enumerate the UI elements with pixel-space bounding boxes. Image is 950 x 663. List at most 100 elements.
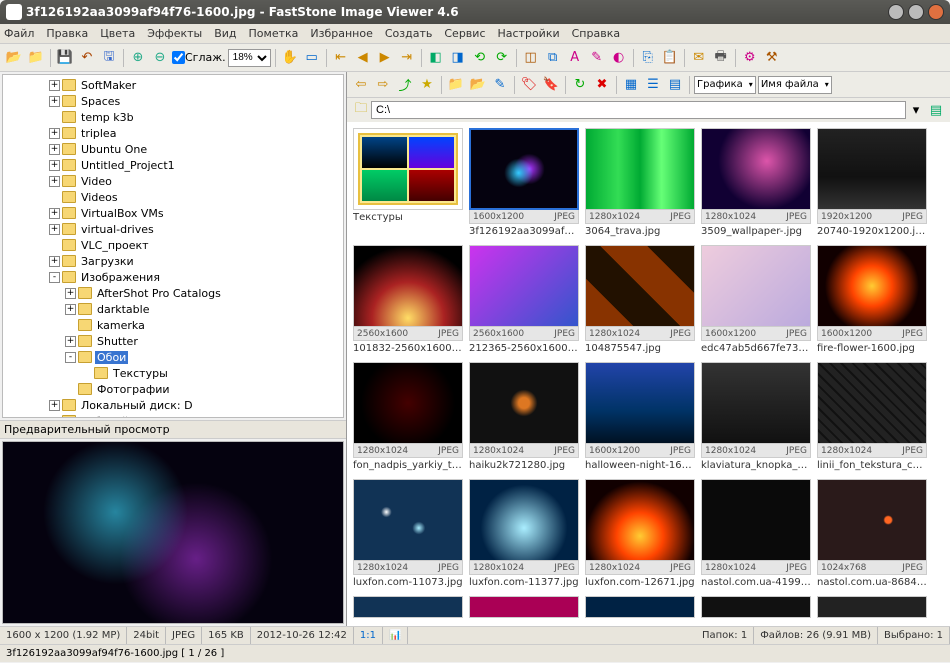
- thumbnail[interactable]: 1280x1024JPEGfon_nadpis_yarkiy_te...: [353, 362, 463, 471]
- tree-item[interactable]: +Shutter: [5, 333, 341, 349]
- thumbnail[interactable]: 1024x768JPEGnastol.com.ua-8684.jpg: [817, 479, 927, 588]
- refresh-icon[interactable]: ↻: [570, 75, 590, 95]
- tree-expander-icon[interactable]: +: [49, 80, 60, 91]
- filter-icon[interactable]: ▤: [926, 100, 946, 120]
- tree-item[interactable]: +AfterShot Pro Catalogs: [5, 285, 341, 301]
- menu-Избранное[interactable]: Избранное: [310, 27, 372, 40]
- thumbnail[interactable]: [817, 596, 927, 618]
- pan-icon[interactable]: ✋: [280, 48, 300, 68]
- tag2-icon[interactable]: 🔖: [541, 75, 561, 95]
- delete-icon[interactable]: ✖: [592, 75, 612, 95]
- preview-pane[interactable]: [2, 441, 344, 624]
- tree-expander-icon[interactable]: +: [49, 144, 60, 155]
- thumbnail[interactable]: 1600x1200JPEGhalloween-night-1600...: [585, 362, 695, 471]
- thumbnail[interactable]: Текстуры: [353, 128, 463, 237]
- settings2-icon[interactable]: ⚒: [762, 48, 782, 68]
- thumbnail[interactable]: 1280x1024JPEGhaiku2k721280.jpg: [469, 362, 579, 471]
- thumbnail[interactable]: 2560x1600JPEG212365-2560x1600.jpg: [469, 245, 579, 354]
- tool-b-icon[interactable]: ◨: [448, 48, 468, 68]
- tree-expander-icon[interactable]: +: [49, 128, 60, 139]
- tree-item[interactable]: Videos: [5, 189, 341, 205]
- thumbnail[interactable]: 1280x1024JPEG104875547.jpg: [585, 245, 695, 354]
- folder-tree[interactable]: +SoftMaker+Spacestemp k3b+triplea+Ubuntu…: [2, 74, 344, 418]
- tree-item[interactable]: +Загрузки: [5, 253, 341, 269]
- select-icon[interactable]: ▭: [302, 48, 322, 68]
- thumbnail[interactable]: 1280x1024JPEGklaviatura_knopka_ch...: [701, 362, 811, 471]
- path-dropdown-icon[interactable]: ▾: [906, 100, 926, 120]
- thumbnail[interactable]: 1600x1200JPEGedc47ab5d667fe73c1...: [701, 245, 811, 354]
- thumbnail[interactable]: 1280x1024JPEGnastol.com.ua-4199.jpg: [701, 479, 811, 588]
- tree-item[interactable]: kamerka: [5, 317, 341, 333]
- thumbnail[interactable]: [701, 596, 811, 618]
- tree-expander-icon[interactable]: +: [49, 256, 60, 267]
- menu-Правка[interactable]: Правка: [46, 27, 88, 40]
- copy-to-icon[interactable]: 📁: [446, 75, 466, 95]
- tree-item[interactable]: Рабочий стол: [5, 413, 341, 418]
- thumbnail[interactable]: 1280x1024JPEG3064_trava.jpg: [585, 128, 695, 237]
- tree-item[interactable]: +triplea: [5, 125, 341, 141]
- tree-item[interactable]: +VirtualBox VMs: [5, 205, 341, 221]
- view-list-icon[interactable]: ☰: [643, 75, 663, 95]
- copy-icon[interactable]: ⎘: [638, 48, 658, 68]
- rotate-right-icon[interactable]: ⟳: [492, 48, 512, 68]
- tree-expander-icon[interactable]: +: [49, 224, 60, 235]
- tree-item[interactable]: +Video: [5, 173, 341, 189]
- tree-item[interactable]: -Изображения: [5, 269, 341, 285]
- thumbnail[interactable]: [585, 596, 695, 618]
- status-ratio[interactable]: 1:1: [354, 627, 383, 644]
- undo-icon[interactable]: ↶: [77, 48, 97, 68]
- path-input[interactable]: [371, 101, 906, 119]
- menu-Создать[interactable]: Создать: [385, 27, 433, 40]
- thumbnail[interactable]: 1600x1200JPEGfire-flower-1600.jpg: [817, 245, 927, 354]
- menu-Эффекты[interactable]: Эффекты: [147, 27, 202, 40]
- open-icon[interactable]: 📂: [4, 48, 24, 68]
- first-icon[interactable]: ⇤: [331, 48, 351, 68]
- thumbnail[interactable]: 1600x1200JPEG3f126192aa3099af94...: [469, 128, 579, 237]
- email-icon[interactable]: ✉: [689, 48, 709, 68]
- view-thumb-icon[interactable]: ▦: [621, 75, 641, 95]
- adjust-icon[interactable]: ◐: [609, 48, 629, 68]
- menu-Настройки[interactable]: Настройки: [498, 27, 560, 40]
- up-icon[interactable]: ⤴: [395, 75, 415, 95]
- zoom-select[interactable]: 18%: [228, 49, 271, 67]
- status-histogram-icon[interactable]: 📊: [383, 627, 408, 644]
- tree-expander-icon[interactable]: +: [49, 400, 60, 411]
- paste-icon[interactable]: 📋: [660, 48, 680, 68]
- save-as-icon[interactable]: 🖫: [99, 48, 119, 68]
- thumbnail[interactable]: 1280x1024JPEGluxfon.com-11377.jpg: [469, 479, 579, 588]
- zoom-in-icon[interactable]: ⊕: [128, 48, 148, 68]
- thumbnail-grid[interactable]: Текстуры1600x1200JPEG3f126192aa3099af94.…: [347, 122, 950, 626]
- tree-expander-icon[interactable]: +: [49, 96, 60, 107]
- tree-item[interactable]: +Untitled_Project1: [5, 157, 341, 173]
- tree-item[interactable]: +virtual-drives: [5, 221, 341, 237]
- explorer-icon[interactable]: 🗀: [351, 100, 371, 120]
- thumbnail[interactable]: 2560x1600JPEG101832-2560x1600.jpg: [353, 245, 463, 354]
- tag-icon[interactable]: 🏷: [519, 75, 539, 95]
- tree-expander-icon[interactable]: +: [49, 208, 60, 219]
- print-icon[interactable]: 🖶: [711, 48, 731, 68]
- tree-item[interactable]: +SoftMaker: [5, 77, 341, 93]
- thumbnail[interactable]: 1280x1024JPEGlinii_fon_tekstura_che...: [817, 362, 927, 471]
- tree-item[interactable]: +Ubuntu One: [5, 141, 341, 157]
- draw-icon[interactable]: ✎: [587, 48, 607, 68]
- close-button[interactable]: [928, 4, 944, 20]
- name-dropdown[interactable]: Имя файла: [758, 76, 832, 94]
- thumbnail[interactable]: 1280x1024JPEG3509_wallpaper-.jpg: [701, 128, 811, 237]
- menu-Справка[interactable]: Справка: [572, 27, 620, 40]
- menu-Сервис[interactable]: Сервис: [444, 27, 485, 40]
- back-icon[interactable]: ⇦: [351, 75, 371, 95]
- zoom-out-icon[interactable]: ⊖: [150, 48, 170, 68]
- favorite-folder-icon[interactable]: 📁: [26, 48, 46, 68]
- menu-Вид[interactable]: Вид: [214, 27, 236, 40]
- thumbnail[interactable]: 1920x1200JPEG20740-1920x1200.jpg: [817, 128, 927, 237]
- menu-Пометка[interactable]: Пометка: [249, 27, 299, 40]
- tree-item[interactable]: Текстуры: [5, 365, 341, 381]
- tree-item[interactable]: +darktable: [5, 301, 341, 317]
- thumbnail[interactable]: 1280x1024JPEGluxfon.com-11073.jpg: [353, 479, 463, 588]
- resize-icon[interactable]: ⧉: [543, 48, 563, 68]
- move-to-icon[interactable]: 📂: [468, 75, 488, 95]
- thumbnail[interactable]: 1280x1024JPEGluxfon.com-12671.jpg: [585, 479, 695, 588]
- tree-expander-icon[interactable]: +: [49, 176, 60, 187]
- tree-expander-icon[interactable]: +: [65, 304, 76, 315]
- maximize-button[interactable]: [908, 4, 924, 20]
